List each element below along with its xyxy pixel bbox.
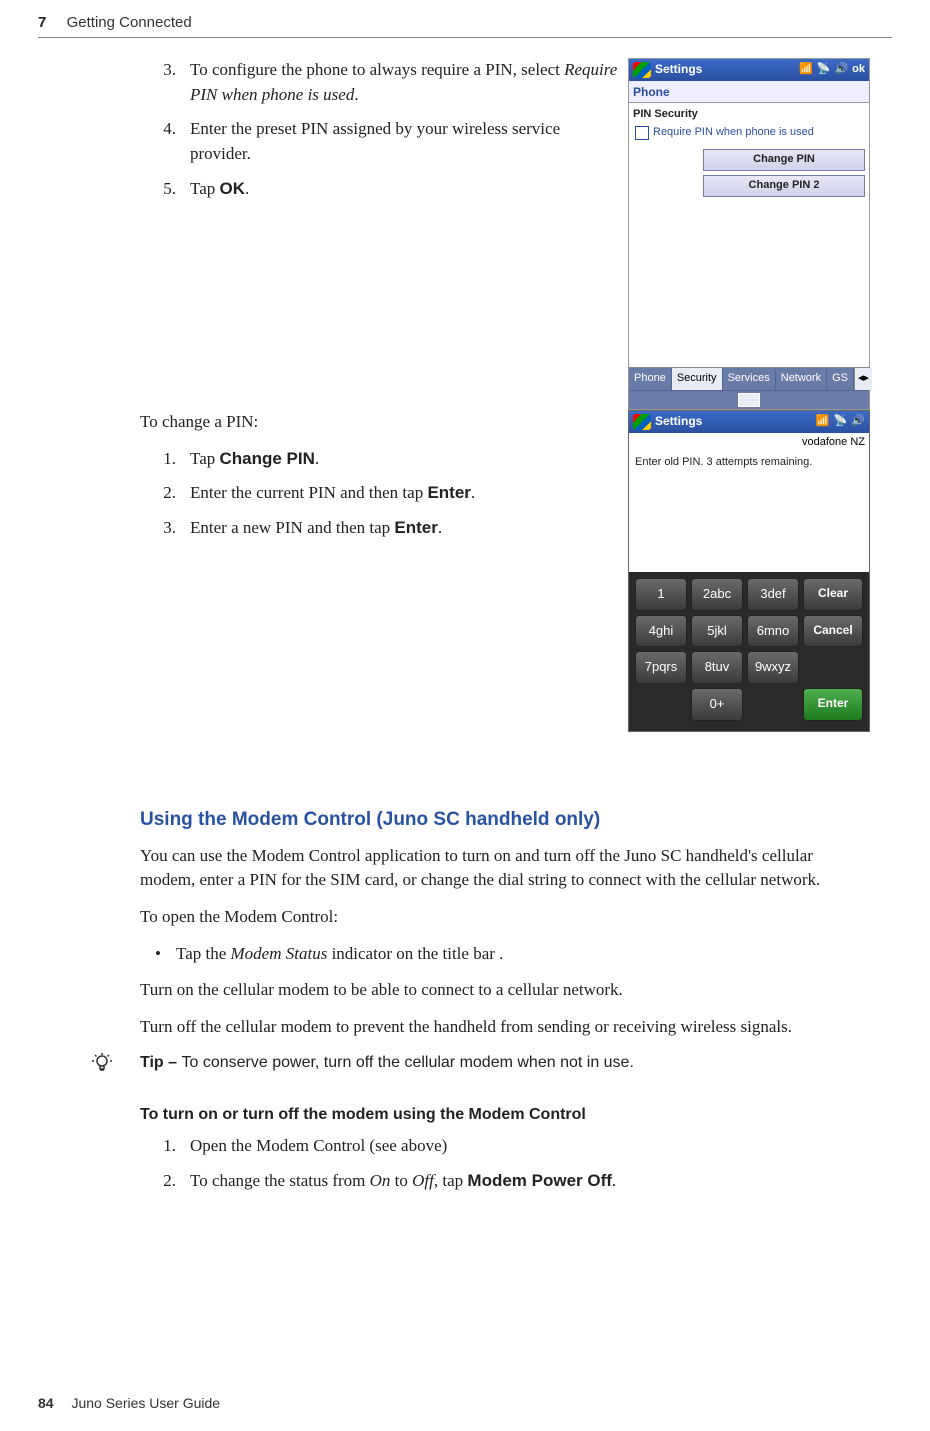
key-3[interactable]: 3def <box>747 578 799 611</box>
step-b1: 1. Tap Change PIN. <box>140 447 618 472</box>
step-4: 4. Enter the preset PIN assigned by your… <box>140 117 618 166</box>
ok-button[interactable]: ok <box>852 62 865 78</box>
page-number: 84 <box>38 1395 54 1411</box>
tab-strip: Phone Security Services Network GS ◂▸ <box>629 367 869 390</box>
step-5: 5. Tap OK. <box>140 177 618 202</box>
signal-icon: 📶 <box>816 414 830 430</box>
antenna-icon: 📡 <box>834 414 848 430</box>
carrier-label: vodafone NZ <box>629 433 869 453</box>
modem-turn-on: Turn on the cellular modem to be able to… <box>140 978 870 1003</box>
numeric-keypad: 1 2abc 3def Clear 4ghi 5jkl 6mno Cancel … <box>629 572 869 731</box>
key-clear[interactable]: Clear <box>803 578 863 611</box>
key-4[interactable]: 4ghi <box>635 615 687 648</box>
window-title: Settings <box>655 413 702 430</box>
step-3: 3. To configure the phone to always requ… <box>140 58 618 107</box>
page-header: 7 Getting Connected <box>38 10 892 38</box>
lightbulb-icon <box>90 1051 140 1083</box>
key-6[interactable]: 6mno <box>747 615 799 648</box>
bullet-modem-status: • Tap the Modem Status indicator on the … <box>140 942 870 967</box>
step-b3: 3. Enter a new PIN and then tap Enter. <box>140 516 618 541</box>
require-pin-checkbox[interactable]: Require PIN when phone is used <box>635 125 863 141</box>
step-c1: 1. Open the Modem Control (see above) <box>140 1134 870 1159</box>
tip-callout: Tip – To conserve power, turn off the ce… <box>90 1051 870 1083</box>
checkbox-label: Require PIN when phone is used <box>653 125 814 141</box>
book-title: Juno Series User Guide <box>71 1395 220 1411</box>
section-heading-modem-control: Using the Modem Control (Juno SC handhel… <box>140 806 870 834</box>
screenshot-phone-settings: Settings 📶 📡 🔊 ok Phone PIN Security Req… <box>628 58 870 410</box>
window-title: Settings <box>655 61 702 78</box>
speaker-icon: 🔊 <box>851 414 865 430</box>
change-pin-button[interactable]: Change PIN <box>703 149 865 171</box>
key-0[interactable]: 0+ <box>691 688 743 721</box>
page-footer: 84 Juno Series User Guide <box>38 1393 220 1413</box>
antenna-icon: 📡 <box>817 62 831 78</box>
tab-network[interactable]: Network <box>776 368 827 390</box>
tab-services[interactable]: Services <box>723 368 776 390</box>
key-1[interactable]: 1 <box>635 578 687 611</box>
group-label: PIN Security <box>633 107 865 123</box>
screen-heading: Phone <box>629 81 869 103</box>
key-2[interactable]: 2abc <box>691 578 743 611</box>
chapter-number: 7 <box>38 14 46 31</box>
start-flag-icon[interactable] <box>633 414 651 430</box>
subsection-heading-turn-on-off: To turn on or turn off the modem using t… <box>140 1103 870 1126</box>
key-7[interactable]: 7pqrs <box>635 651 687 684</box>
signal-icon: 📶 <box>799 62 813 78</box>
key-enter[interactable]: Enter <box>803 688 863 721</box>
titlebar: Settings 📶 📡 🔊 ok <box>629 59 869 81</box>
page-body: Settings 📶 📡 🔊 ok Phone PIN Security Req… <box>140 58 870 1204</box>
screenshot-enter-pin: Settings 📶 📡 🔊 vodafone NZ Enter old PIN… <box>628 410 870 732</box>
tab-phone[interactable]: Phone <box>629 368 672 390</box>
modem-intro-paragraph: You can use the Modem Control applicatio… <box>140 844 870 893</box>
sip-bar <box>629 390 869 409</box>
titlebar: Settings 📶 📡 🔊 <box>629 411 869 433</box>
speaker-icon: 🔊 <box>834 62 848 78</box>
tab-gs[interactable]: GS <box>827 368 854 390</box>
chapter-title: Getting Connected <box>67 14 192 31</box>
tab-scroll-arrows[interactable]: ◂▸ <box>854 368 872 390</box>
step-c2: 2. To change the status from On to Off, … <box>140 1169 870 1194</box>
checkbox-icon[interactable] <box>635 126 649 140</box>
key-5[interactable]: 5jkl <box>691 615 743 648</box>
key-8[interactable]: 8tuv <box>691 651 743 684</box>
modem-turn-off: Turn off the cellular modem to prevent t… <box>140 1015 870 1040</box>
key-9[interactable]: 9wxyz <box>747 651 799 684</box>
key-cancel[interactable]: Cancel <box>803 615 863 648</box>
tab-security[interactable]: Security <box>672 368 723 390</box>
start-flag-icon[interactable] <box>633 62 651 78</box>
modem-open-lead: To open the Modem Control: <box>140 905 870 930</box>
pin-prompt: Enter old PIN. 3 attempts remaining. <box>629 453 869 473</box>
keyboard-icon[interactable] <box>738 393 760 407</box>
steps-modem-toggle: 1. Open the Modem Control (see above) 2.… <box>140 1134 870 1193</box>
change-pin2-button[interactable]: Change PIN 2 <box>703 175 865 197</box>
step-b2: 2. Enter the current PIN and then tap En… <box>140 481 618 506</box>
